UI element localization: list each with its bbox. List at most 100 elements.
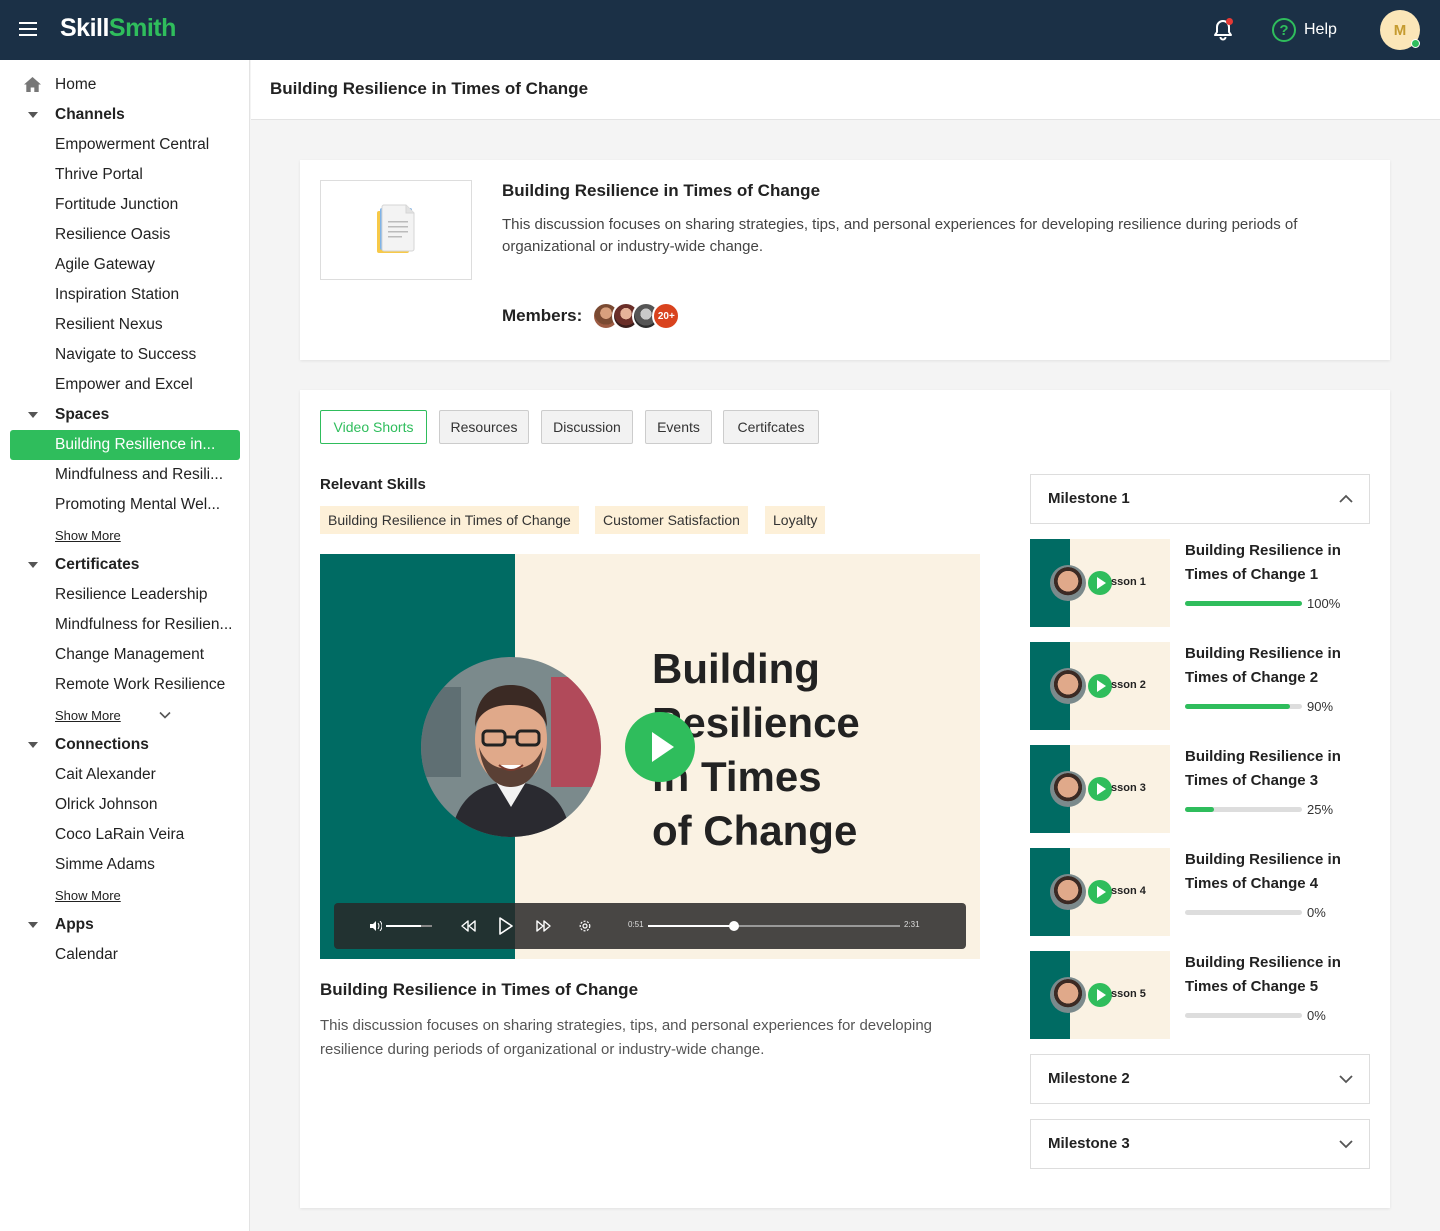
sidebar-item-certificate[interactable]: Resilience Leadership	[0, 580, 250, 610]
sidebar: Home Channels Empowerment Central Thrive…	[0, 60, 250, 1231]
lesson-title: Building Resilience in Times of Change 1	[1185, 542, 1341, 583]
menu-icon[interactable]	[19, 22, 37, 36]
help-button[interactable]: ? Help	[1272, 18, 1337, 42]
tab-resources[interactable]: Resources	[439, 410, 529, 444]
sidebar-item-channel[interactable]: Resilient Nexus	[0, 310, 250, 340]
notification-bell-icon[interactable]	[1211, 18, 1235, 42]
play-button[interactable]	[625, 712, 695, 782]
tab-events[interactable]: Events	[645, 410, 712, 444]
sidebar-item-certificate[interactable]: Mindfulness for Resilien...	[0, 610, 250, 640]
sidebar-item-space[interactable]: Promoting Mental Wel...	[0, 490, 250, 520]
sidebar-section-certificates[interactable]: Certificates	[0, 550, 250, 580]
lesson-item[interactable]: sson 5 Building Resilience in Times of C…	[1030, 951, 1370, 1039]
sidebar-section-spaces[interactable]: Spaces	[0, 400, 250, 430]
sidebar-item-connection[interactable]: Olrick Johnson	[0, 790, 250, 820]
lesson-item[interactable]: sson 2 Building Resilience in Times of C…	[1030, 642, 1370, 730]
spaces-show-more-link[interactable]: Show More	[0, 521, 250, 551]
lesson-play-icon[interactable]	[1088, 571, 1112, 595]
lesson-progress-percent: 0%	[1307, 1008, 1326, 1023]
caret-down-icon	[28, 922, 38, 928]
milestone-2-header[interactable]: Milestone 2	[1030, 1054, 1370, 1104]
sidebar-item-channel[interactable]: Fortitude Junction	[0, 190, 250, 220]
sidebar-item-app-calendar[interactable]: Calendar	[0, 940, 250, 970]
sidebar-item-certificate[interactable]: Remote Work Resilience	[0, 670, 250, 700]
sidebar-item-label: Simme Adams	[55, 856, 155, 873]
tab-discussion[interactable]: Discussion	[541, 410, 633, 444]
members-label: Members:	[502, 306, 583, 325]
rewind-icon[interactable]	[461, 920, 476, 932]
sidebar-item-home[interactable]: Home	[0, 70, 250, 100]
user-avatar[interactable]: M	[1380, 10, 1420, 50]
relevant-skills-title: Relevant Skills	[320, 476, 426, 493]
page-title: Building Resilience in Times of Change	[270, 79, 589, 98]
skill-chip[interactable]: Loyalty	[765, 506, 826, 534]
certificates-show-more-link[interactable]: Show More	[0, 701, 250, 731]
sidebar-item-channel[interactable]: Resilience Oasis	[0, 220, 250, 250]
members-row: Members: 20+	[502, 301, 681, 331]
sidebar-section-apps[interactable]: Apps	[0, 910, 250, 940]
sidebar-item-label: Mindfulness and Resili...	[55, 466, 223, 483]
sidebar-section-channels[interactable]: Channels	[0, 100, 250, 130]
lesson-item[interactable]: sson 1 Building Resilience in Times of C…	[1030, 539, 1370, 627]
sidebar-item-channel[interactable]: Empower and Excel	[0, 370, 250, 400]
lesson-thumbnail: sson 2	[1030, 642, 1170, 730]
lesson-item[interactable]: sson 3 Building Resilience in Times of C…	[1030, 745, 1370, 833]
lesson-progress-bar	[1185, 807, 1302, 812]
members-count-badge[interactable]: 20+	[652, 302, 681, 330]
seek-bar[interactable]	[648, 921, 900, 931]
lesson-title: Building Resilience in Times of Change 5	[1185, 954, 1341, 995]
skill-chip[interactable]: Building Resilience in Times of Change	[320, 506, 579, 534]
volume-level	[386, 925, 421, 927]
sidebar-item-channel[interactable]: Navigate to Success	[0, 340, 250, 370]
volume-slider[interactable]	[386, 925, 432, 927]
sidebar-item-connection[interactable]: Cait Alexander	[0, 760, 250, 790]
progress-fill	[1185, 601, 1302, 606]
sidebar-item-label: Resilience Oasis	[55, 226, 171, 243]
sidebar-item-space-active[interactable]: Building Resilience in...	[10, 430, 240, 460]
sidebar-item-label: Calendar	[55, 946, 118, 963]
fast-forward-icon[interactable]	[536, 920, 551, 932]
lesson-play-icon[interactable]	[1088, 674, 1112, 698]
chevron-down-icon	[1339, 1075, 1353, 1084]
sidebar-item-connection[interactable]: Simme Adams	[0, 850, 250, 880]
lesson-thumb-label: sson 5	[1111, 988, 1146, 1000]
tab-certificates[interactable]: Certifcates	[723, 410, 819, 444]
volume-icon[interactable]	[370, 921, 382, 931]
lesson-play-icon[interactable]	[1088, 777, 1112, 801]
lesson-play-icon[interactable]	[1088, 983, 1112, 1007]
sidebar-item-certificate[interactable]: Change Management	[0, 640, 250, 670]
sidebar-item-channel[interactable]: Agile Gateway	[0, 250, 250, 280]
tab-label: Certifcates	[737, 419, 805, 435]
presenter-photo	[421, 657, 601, 837]
section-title: Apps	[55, 916, 94, 933]
logo[interactable]: SkillSmith	[60, 14, 176, 43]
lesson-thumb-label: sson 2	[1111, 679, 1146, 691]
seek-handle[interactable]	[728, 921, 739, 931]
video-player[interactable]: Building Resilience in Times of Change 0…	[320, 554, 980, 959]
video-description: This discussion focuses on sharing strat…	[320, 1017, 933, 1058]
sidebar-item-channel[interactable]: Empowerment Central	[0, 130, 250, 160]
skill-chip[interactable]: Customer Satisfaction	[595, 506, 748, 534]
lesson-play-icon[interactable]	[1088, 880, 1112, 904]
milestone-1-header[interactable]: Milestone 1	[1030, 474, 1370, 524]
caret-down-icon	[28, 112, 38, 118]
lesson-progress-bar	[1185, 601, 1302, 606]
sidebar-item-channel[interactable]: Inspiration Station	[0, 280, 250, 310]
sidebar-item-channel[interactable]: Thrive Portal	[0, 160, 250, 190]
space-title: Building Resilience in Times of Change	[502, 181, 821, 200]
sidebar-item-label: Remote Work Resilience	[55, 676, 226, 693]
connections-show-more-link[interactable]: Show More	[0, 881, 250, 911]
tab-label: Discussion	[553, 419, 621, 435]
sidebar-item-label: Inspiration Station	[55, 286, 180, 303]
play-pause-icon[interactable]	[498, 917, 513, 935]
milestone-title: Milestone 1	[1048, 490, 1130, 507]
tab-video-shorts[interactable]: Video Shorts	[320, 410, 427, 444]
show-more-label: Show More	[55, 708, 121, 723]
sidebar-section-connections[interactable]: Connections	[0, 730, 250, 760]
lesson-thumbnail: sson 3	[1030, 745, 1170, 833]
sidebar-item-connection[interactable]: Coco LaRain Veira	[0, 820, 250, 850]
lesson-item[interactable]: sson 4 Building Resilience in Times of C…	[1030, 848, 1370, 936]
settings-gear-icon[interactable]	[579, 920, 591, 932]
sidebar-item-space[interactable]: Mindfulness and Resili...	[0, 460, 250, 490]
milestone-3-header[interactable]: Milestone 3	[1030, 1119, 1370, 1169]
